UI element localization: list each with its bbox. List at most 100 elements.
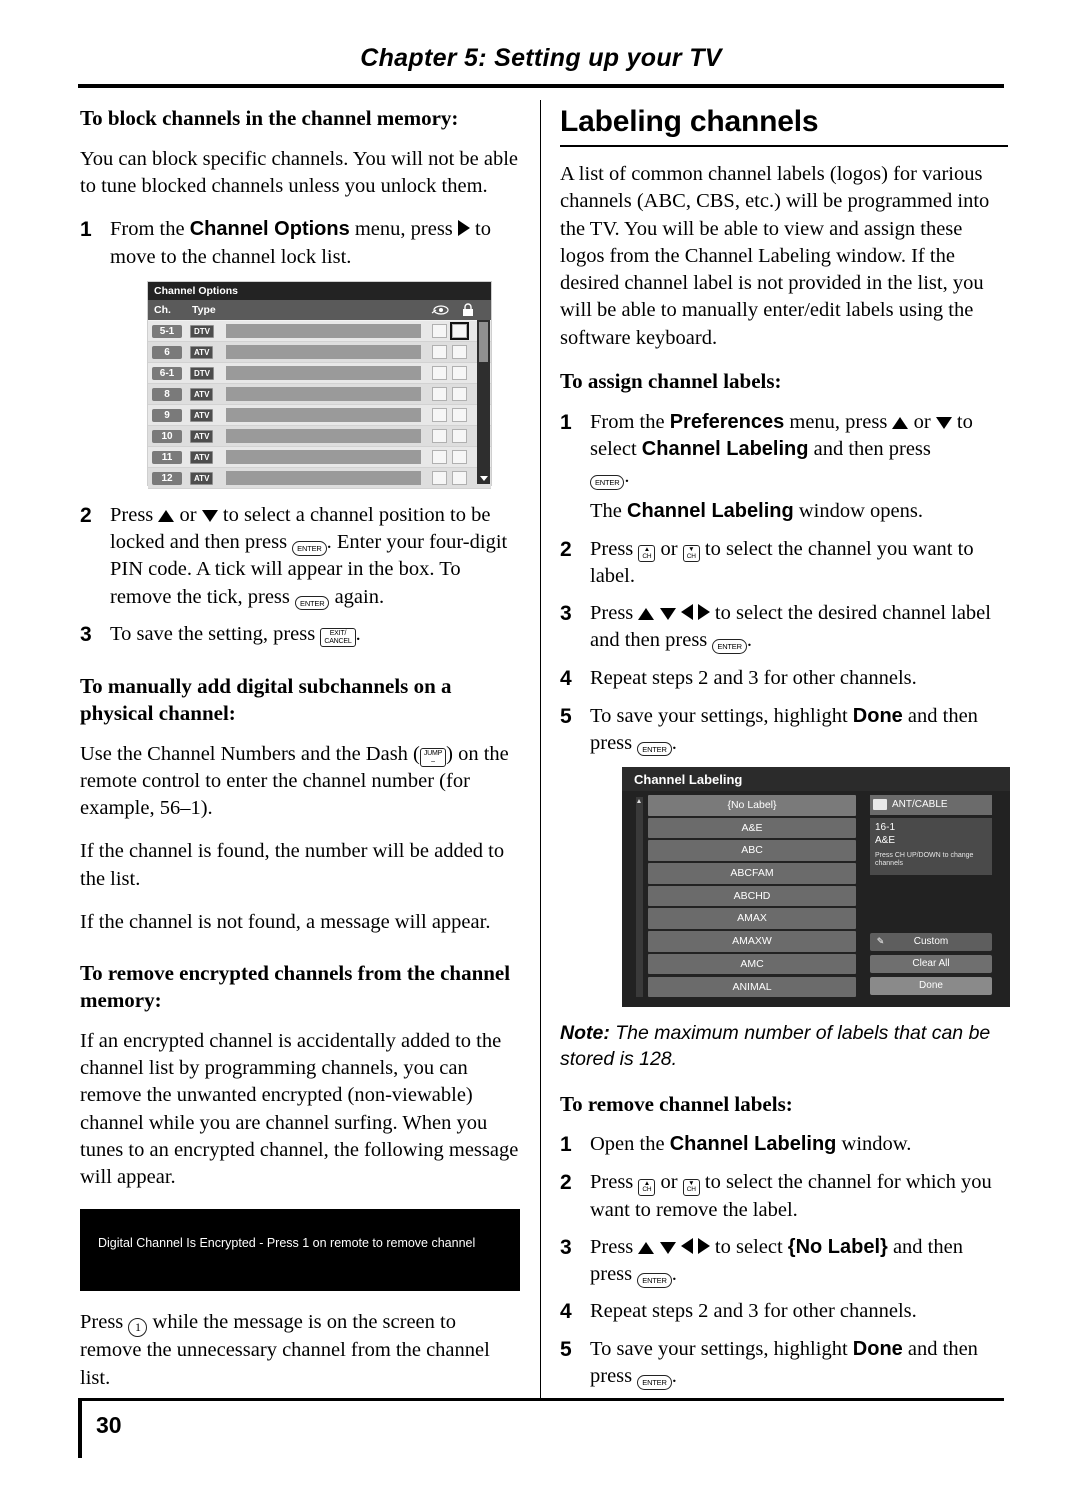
- text-part: Use the Channel Numbers and the Dash (: [80, 742, 420, 765]
- paragraph-channel-not-found: If the channel is not found, a message w…: [80, 910, 491, 933]
- menu-name-preferences: Preferences: [669, 410, 785, 433]
- one-key-icon: 1: [128, 1318, 148, 1338]
- header-rule: [78, 84, 1004, 88]
- row-channel-number: 8: [152, 387, 182, 401]
- text-part: Press: [590, 1171, 639, 1194]
- row-checkbox-view[interactable]: [432, 449, 447, 464]
- eye-lock-icons: [431, 303, 473, 316]
- row-checkbox-view[interactable]: [432, 365, 447, 380]
- row-checkbox-lock[interactable]: [452, 365, 467, 380]
- step-text: Open the Channel Labeling window.: [590, 1131, 1008, 1159]
- row-strip: [226, 407, 421, 422]
- step-number: 2: [80, 503, 92, 527]
- list-item[interactable]: ABCFAM: [648, 863, 856, 884]
- step-block-3: 3 To save the setting, press EXIT/CANCEL…: [80, 621, 520, 649]
- table-row[interactable]: 6 ATV: [148, 341, 491, 363]
- table-row[interactable]: 5-1 DTV: [148, 320, 491, 342]
- text-part: The: [590, 500, 627, 523]
- text-part: .: [671, 1365, 677, 1388]
- channel-labeling-screenshot: Channel Labeling {No Label} A&E ABC ABCF…: [622, 767, 1010, 1008]
- remove-step-5: 5 To save your settings, highlight Done …: [560, 1336, 1008, 1391]
- row-checkbox-view[interactable]: [432, 386, 447, 401]
- custom-button[interactable]: ✎ Custom: [870, 933, 992, 952]
- text-part: .: [746, 629, 752, 652]
- row-checkbox-lock[interactable]: [452, 407, 467, 422]
- column-divider: [540, 100, 541, 1400]
- list-item[interactable]: {No Label}: [648, 795, 856, 816]
- row-checkbox-lock[interactable]: [452, 449, 467, 464]
- step-number: 3: [80, 622, 92, 646]
- row-checkbox-lock[interactable]: [452, 344, 467, 359]
- step-number: 2: [560, 1171, 572, 1195]
- custom-button-label: Custom: [913, 936, 949, 948]
- row-channel-type: DTV: [190, 324, 214, 338]
- enter-key-icon: ENTER: [637, 1273, 672, 1288]
- text-part: To save your settings, highlight: [590, 704, 853, 727]
- row-channel-number: 6: [152, 345, 182, 359]
- list-item[interactable]: AMC: [648, 953, 856, 975]
- assign-step-1: 1 From the Preferences menu, press or to…: [560, 409, 1008, 526]
- list-item[interactable]: ANIMAL: [648, 976, 856, 998]
- antenna-icon: [873, 799, 887, 811]
- arrow-right-icon: [697, 1237, 710, 1254]
- row-channel-number: 5-1: [152, 324, 182, 338]
- row-checkbox-view[interactable]: [432, 323, 447, 338]
- current-channel-label: A&E: [875, 834, 896, 846]
- manual-page: Chapter 5: Setting up your TV To block c…: [0, 0, 1080, 1511]
- row-channel-number: 9: [152, 408, 182, 422]
- list-item[interactable]: AMAX: [648, 908, 856, 929]
- row-checkbox-view[interactable]: [432, 344, 447, 359]
- row-channel-number: 12: [152, 471, 182, 485]
- step-number: 3: [560, 1235, 572, 1259]
- list-item[interactable]: ABCHD: [648, 885, 856, 907]
- scrollbar[interactable]: [477, 319, 490, 484]
- done-button[interactable]: Done: [870, 977, 992, 996]
- row-checkbox-view[interactable]: [432, 407, 447, 422]
- row-checkbox-view[interactable]: [432, 470, 447, 485]
- window-name-channel-labeling: Channel Labeling: [627, 500, 794, 523]
- clear-all-button[interactable]: Clear All: [870, 955, 992, 974]
- enter-key-icon: ENTER: [637, 741, 672, 757]
- table-row[interactable]: 10 ATV: [148, 425, 491, 447]
- scrollbar-thumb[interactable]: [479, 321, 488, 362]
- row-checkbox-lock[interactable]: [450, 321, 469, 340]
- chapter-header: Chapter 5: Setting up your TV: [360, 44, 722, 72]
- step-text: Repeat steps 2 and 3 for other channels.: [590, 1300, 917, 1323]
- arrow-right-icon: [457, 220, 470, 237]
- heading-manual-subchannels: To manually add digital subchannels on a…: [80, 673, 452, 725]
- current-channel-info: 16-1 A&E Press CH UP/DOWN to change chan…: [870, 818, 992, 875]
- arrow-up-icon: [638, 1241, 655, 1254]
- heading-remove-labels: To remove channel labels:: [560, 1091, 793, 1116]
- text-part: Press: [80, 1311, 129, 1334]
- list-item[interactable]: ABC: [648, 840, 856, 861]
- step-text: To save your settings, highlight Done an…: [590, 1336, 1008, 1391]
- chevron-up-icon[interactable]: [637, 799, 641, 804]
- text-part: or: [655, 1171, 683, 1194]
- note-max-labels: Note: The maximum number of labels that …: [560, 1021, 1008, 1072]
- channel-down-key-icon: ▼ CH: [682, 545, 700, 563]
- list-item[interactable]: A&E: [648, 817, 856, 839]
- scrollbar[interactable]: [636, 797, 643, 998]
- list-item[interactable]: AMAXW: [648, 931, 856, 952]
- row-checkbox-lock[interactable]: [452, 428, 467, 443]
- table-row[interactable]: 9 ATV: [148, 404, 491, 426]
- row-checkbox-view[interactable]: [432, 428, 447, 443]
- table-row[interactable]: 11 ATV: [148, 446, 491, 468]
- step-text-part: again.: [329, 585, 385, 608]
- step-text: Press ▲ CH or ▼ CH to select the channel f…: [590, 1169, 1008, 1224]
- table-row[interactable]: 6-1 DTV: [148, 362, 491, 384]
- page-title: Labeling channels: [560, 105, 819, 138]
- row-checkbox-lock[interactable]: [452, 470, 467, 485]
- text-part: or: [908, 410, 936, 433]
- row-checkbox-lock[interactable]: [452, 386, 467, 401]
- remove-step-3: 3 Press to select {No Label} and then pr…: [560, 1234, 1008, 1289]
- table-row[interactable]: 12 ATV: [148, 467, 491, 489]
- row-channel-type: ATV: [190, 450, 214, 464]
- channel-labeling-buttons: ✎ Custom Clear All Done: [870, 933, 992, 999]
- enter-key-icon: ENTER: [590, 475, 625, 490]
- table-row[interactable]: 8 ATV: [148, 383, 491, 405]
- chevron-down-icon[interactable]: [480, 475, 488, 481]
- text-part: menu, press: [784, 410, 893, 433]
- step-number: 1: [80, 218, 92, 242]
- assign-step-4: 4 Repeat steps 2 and 3 for other channel…: [560, 665, 1008, 693]
